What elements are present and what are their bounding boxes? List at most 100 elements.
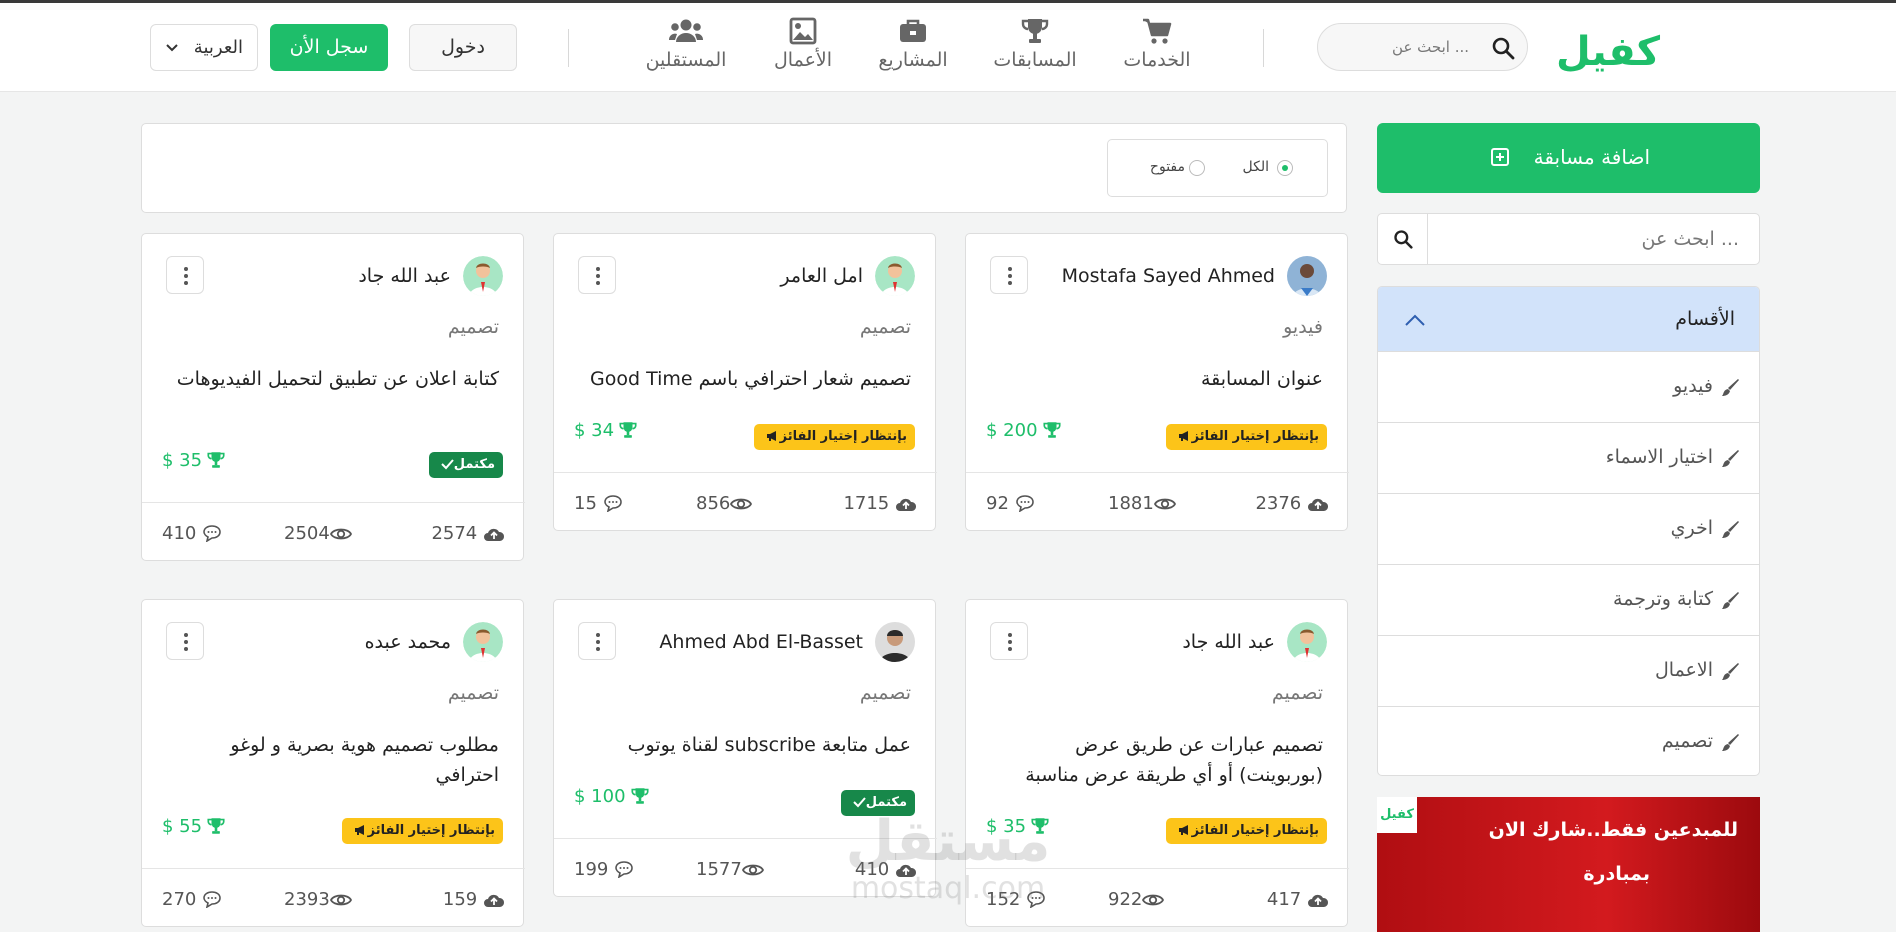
status-badge-label: مكتمل [453,457,495,472]
user-avatar [875,256,915,296]
more-options-button[interactable] [166,622,204,660]
contest-stats: 2376 1881 92 [966,472,1349,532]
user-name[interactable]: Ahmed Abd El-Basset [659,631,863,653]
contest-prize: $ 200 [986,420,1062,441]
search-icon [1394,230,1413,249]
uploads-count: 1715 [843,493,890,514]
user-name[interactable]: عبد الله جاد [1182,631,1275,653]
nav-divider [568,29,569,67]
comments-count: 15 [574,493,597,514]
filter-all-label[interactable]: الكل [1243,159,1270,175]
dot-icon [184,640,188,644]
contest-title[interactable]: عمل متابعة subscribe لقناة يوتوب [581,730,911,760]
category-item-works[interactable]: الاعمال [1378,635,1759,706]
trophy-icon [1021,19,1049,43]
filter-open-radio[interactable] [1189,160,1205,176]
contest-card[interactable]: عبد الله جاد تصميم كتابة اعلان عن تطبيق لت… [141,233,525,561]
users-icon [669,19,703,42]
more-options-button[interactable] [578,622,616,660]
status-badge-label: بإنتظار إختيار الفائز [1191,429,1319,444]
eye-icon [329,528,352,540]
category-item-design[interactable]: تصميم [1378,706,1759,775]
eye-icon [1142,894,1165,906]
dot-icon [596,274,600,278]
contest-card[interactable]: محمد عبده تصميم مطلوب تصميم هوية بصرية و ل… [141,599,525,927]
dot-icon [1008,640,1012,644]
contest-title[interactable]: مطلوب تصميم هوية بصرية و لوغو احترافي [169,730,499,790]
category-item-names[interactable]: اختيار الاسماء [1378,422,1759,493]
check-icon [441,459,454,470]
header-search-placeholder: ابحث عن ... [1392,38,1469,56]
language-select-value: العربية [193,37,243,58]
dot-icon [596,640,600,644]
search-icon[interactable] [1491,36,1515,60]
category-item-other[interactable]: اخري [1378,493,1759,564]
category-item-writing[interactable]: كتابة وترجمة [1378,564,1759,635]
dot-icon [596,281,600,285]
cloud-upload-icon [484,894,505,907]
categories-header[interactable]: الأقسام [1378,287,1759,351]
views-stat: 1577 [696,859,764,880]
sidebar-search-input[interactable]: ابحث عن ... [1377,213,1760,265]
more-options-button[interactable] [990,622,1028,660]
signup-button[interactable]: سجل الأن [270,24,388,71]
sidebar-search-placeholder: ابحث عن ... [1641,228,1740,250]
filter-open-label[interactable]: مفتوح [1150,159,1185,175]
header-search-input[interactable]: ابحث عن ... [1317,23,1528,71]
promo-line-2: بمبادرة [1583,863,1650,885]
more-options-button[interactable] [578,256,616,294]
nav-services[interactable]: الخدمات [1107,17,1207,71]
category-item-video[interactable]: فيديو [1378,351,1759,422]
more-options-button[interactable] [990,256,1028,294]
dot-icon [184,274,188,278]
promo-line-1: للمبدعين فقط..شارك الان [1488,819,1738,841]
megaphone-icon [354,825,364,835]
user-name[interactable]: امل العامر [780,265,863,287]
dot-icon [1008,281,1012,285]
contest-card[interactable]: Mostafa Sayed Ahmed فيديو عنوان المسابقة $ … [965,233,1349,532]
language-select[interactable]: العربية [150,24,258,71]
user-name[interactable]: Mostafa Sayed Ahmed [1062,265,1275,287]
uploads-stat: 417 [1267,889,1329,910]
user-avatar[interactable] [1287,256,1327,296]
user-avatar[interactable] [875,256,915,296]
more-options-button[interactable] [166,256,204,294]
user-avatar[interactable] [1287,622,1327,662]
user-name[interactable]: عبد الله جاد [358,265,451,287]
sidebar-search-button[interactable] [1378,214,1428,264]
prize-amount: $ 55 [162,816,203,837]
user-avatar[interactable] [463,256,503,296]
contest-title[interactable]: عنوان المسابقة [993,364,1323,394]
add-contest-button[interactable]: اضافة مسابقة [1377,123,1760,193]
comments-count: 410 [162,523,197,544]
contest-stats: 1715 856 15 [554,472,937,532]
eye-icon [1153,498,1176,510]
brand-logo[interactable]: كفيل [1546,21,1671,81]
views-stat: 1881 [1108,493,1176,514]
status-badge-label: بإنتظار إختيار الفائز [367,823,495,838]
contest-title[interactable]: تصميم شعار احترافي باسم Good Time [581,364,911,394]
cloud-upload-icon [896,498,917,511]
promo-banner[interactable]: كفيل للمبدعين فقط..شارك الان بمبادرة [1377,797,1760,932]
user-avatar [1287,622,1327,662]
user-avatar[interactable] [463,622,503,662]
comments-stat: 410 [162,523,222,544]
filter-bar: الكل مفتوح [141,123,1347,213]
contest-card[interactable]: امل العامر تصميم تصميم شعار احترافي باسم G… [553,233,937,532]
nav-contests[interactable]: المسابقات [985,17,1085,71]
nav-freelancers[interactable]: المستقلين [636,17,736,71]
contest-title[interactable]: تصميم عبارات عن طريق عرض (بوربوينت) أو أ… [993,730,1323,790]
brush-icon [1722,734,1739,751]
contest-title[interactable]: كتابة اعلان عن تطبيق لتحميل الفيديوهات [169,364,499,394]
nav-projects[interactable]: المشاريع [863,17,963,71]
filter-all-radio[interactable] [1277,160,1293,176]
user-avatar[interactable] [875,622,915,662]
prize-amount: $ 35 [162,450,203,471]
nav-works[interactable]: الأعمال [753,17,853,71]
user-name[interactable]: محمد عبده [365,631,451,653]
categories-title: الأقسام [1675,308,1735,330]
login-button[interactable]: دخول [409,24,517,71]
category-label: الاعمال [1654,659,1713,681]
eye-icon [730,498,753,510]
dot-icon [596,647,600,651]
